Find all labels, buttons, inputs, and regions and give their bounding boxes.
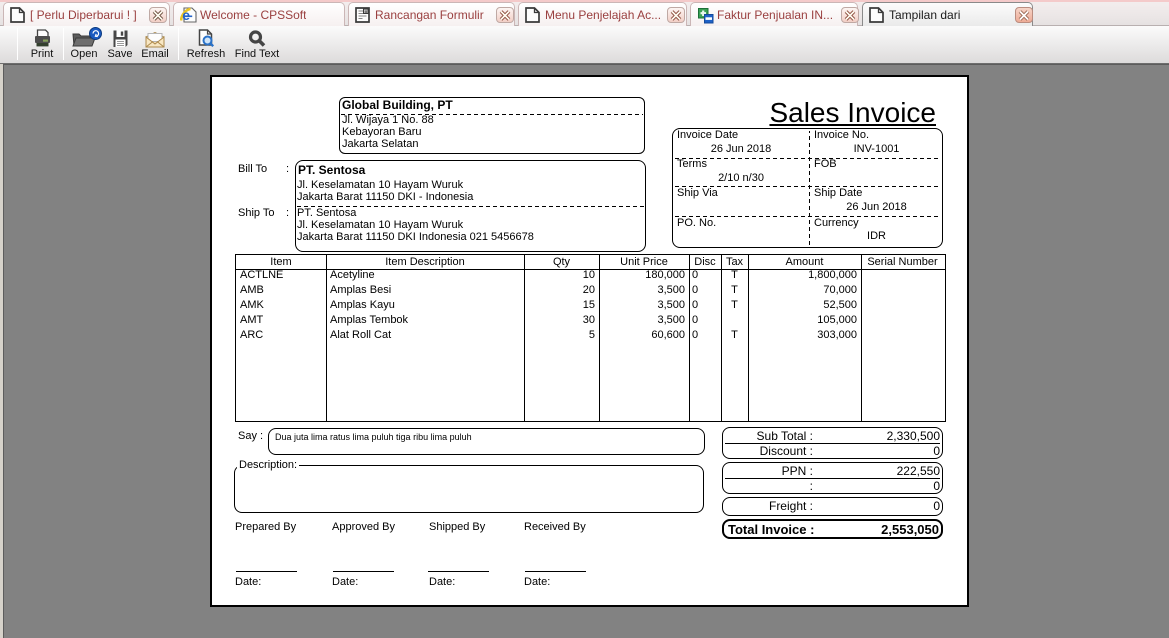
svg-text:e: e <box>182 7 190 23</box>
